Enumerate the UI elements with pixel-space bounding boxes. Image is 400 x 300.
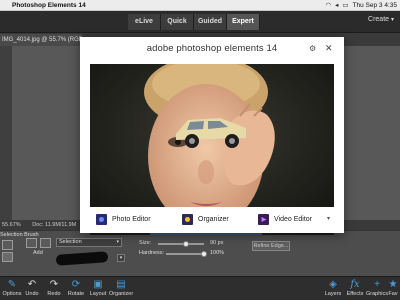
favorites-icon: ★	[388, 279, 398, 290]
app-menu-name[interactable]: Photoshop Elements 14	[10, 2, 86, 9]
launcher-bar: Photo Editor Organizer Video Editor ▾	[80, 207, 344, 233]
video-editor-chevron-down-icon[interactable]: ▾	[327, 215, 330, 222]
organizer-app-icon	[182, 214, 193, 225]
app-top-bar: eLive Quick Guided Expert Create ▾	[0, 11, 400, 33]
add-mode-icon[interactable]	[26, 238, 37, 248]
rotate-icon: ⟳	[71, 279, 81, 290]
close-icon[interactable]: ✕	[325, 43, 333, 54]
subtract-mode-icon[interactable]	[40, 238, 51, 248]
mode-tab-guided[interactable]: Guided	[194, 14, 227, 30]
favorites-button[interactable]: ★ Fav	[385, 279, 400, 297]
menu-extras: ◠ ◂ ▭ Thu Sep 3 4:35	[325, 1, 400, 10]
size-value: 90 px	[210, 240, 224, 246]
size-slider-knob[interactable]	[182, 241, 189, 247]
video-editor-icon	[258, 214, 269, 225]
organizer-launcher[interactable]: Organizer	[182, 214, 229, 225]
zoom-readout: 55.67%	[2, 222, 21, 228]
layers-icon: ◈	[329, 279, 337, 290]
effects-button[interactable]: fx Effects	[343, 279, 367, 297]
video-editor-launcher[interactable]: Video Editor	[258, 214, 312, 225]
hardness-label: Hardness:	[139, 250, 165, 256]
macos-menu-bar: Photoshop Elements 14 ◠ ◂ ▭ Thu Sep 3 4:…	[0, 0, 400, 11]
rotate-button[interactable]: ⟳ Rotate	[64, 279, 88, 297]
chevron-down-icon: ▾	[390, 17, 394, 23]
mode-switcher: eLive Quick Guided Expert	[128, 14, 260, 30]
tool-options-panel: Selection Brush Add Selection ▾ ▾ Size: …	[0, 230, 400, 276]
mode-select[interactable]: Selection ▾	[56, 238, 122, 247]
redo-icon: ↷	[49, 279, 59, 290]
size-slider[interactable]	[158, 241, 204, 247]
brush-add-icon[interactable]	[2, 252, 13, 262]
mode-tab-quick[interactable]: Quick	[161, 14, 194, 30]
brush-picker-button[interactable]: ▾	[117, 254, 125, 262]
menu-clock[interactable]: Thu Sep 3 4:35	[353, 2, 397, 9]
undo-icon: ↶	[27, 279, 37, 290]
chevron-down-icon: ▾	[116, 239, 119, 245]
hardness-slider[interactable]	[166, 251, 207, 257]
layout-button[interactable]: ▣ Layout	[86, 279, 110, 297]
refine-edge-button[interactable]: Refine Edge...	[252, 241, 290, 251]
selection-brush-icon[interactable]	[2, 240, 13, 250]
gear-icon[interactable]: ⚙	[309, 44, 316, 53]
doc-size-readout: Doc: 11.9M/11.9M	[32, 222, 77, 228]
effects-icon: fx	[350, 279, 360, 290]
welcome-dialog: adobe photoshop elements 14 ⚙ ✕ Photo Ed…	[80, 37, 344, 235]
task-bar: ✎ Options ↶ Undo ↷ Redo ⟳ Rotate ▣ Layou…	[0, 276, 400, 300]
document-tab[interactable]: IMG_4014.jpg @ 55.7% (RGB/8) *	[0, 34, 82, 46]
mode-tab-expert[interactable]: Expert	[227, 14, 260, 30]
size-label: Size:	[139, 240, 152, 246]
toolbox-panel	[0, 46, 12, 220]
undo-button[interactable]: ↶ Undo	[20, 279, 44, 297]
hardness-value: 100%	[210, 250, 225, 256]
organizer-button[interactable]: ▤ Organizer	[109, 279, 133, 297]
photo-editor-icon	[96, 214, 107, 225]
brush-preview	[55, 251, 109, 266]
redo-button[interactable]: ↷ Redo	[42, 279, 66, 297]
add-label: Add	[33, 250, 43, 256]
hardness-slider-knob[interactable]	[201, 251, 207, 257]
organizer-icon: ▤	[116, 279, 126, 290]
create-label: Create	[368, 16, 390, 23]
dialog-title: adobe photoshop elements 14	[146, 43, 278, 54]
wifi-icon[interactable]: ◠	[325, 1, 331, 9]
volume-icon[interactable]: ◂	[335, 1, 338, 9]
layers-button[interactable]: ◈ Layers	[321, 279, 345, 297]
layout-icon: ▣	[93, 279, 103, 290]
create-menu-button[interactable]: Create ▾	[368, 16, 394, 23]
photo-editor-launcher[interactable]: Photo Editor	[96, 214, 151, 225]
battery-icon[interactable]: ▭	[342, 1, 348, 9]
mode-tab-elive[interactable]: eLive	[128, 14, 161, 30]
